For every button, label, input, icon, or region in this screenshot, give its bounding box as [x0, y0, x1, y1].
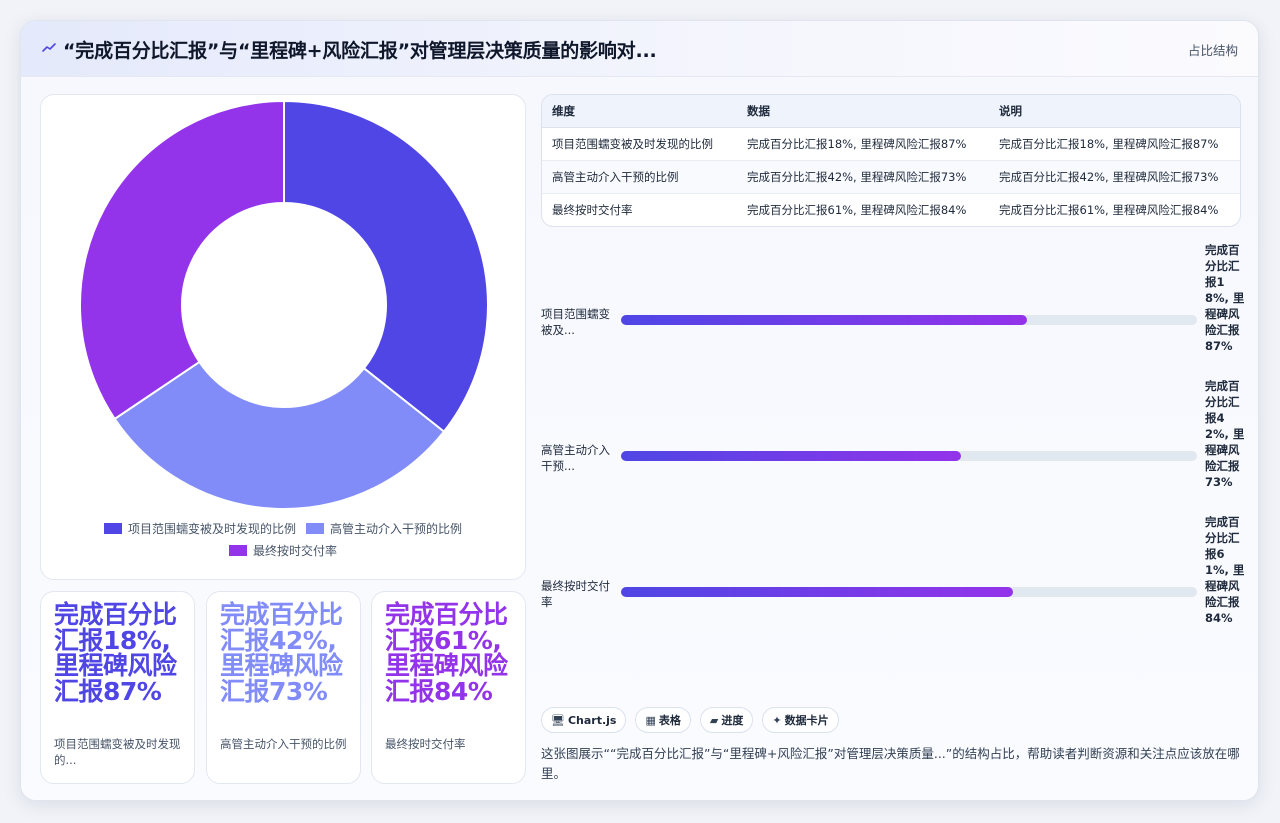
- page-title: “完成百分比汇报”与“里程碑+风险汇报”对管理层决策质量的影响对...: [63, 40, 657, 62]
- table-cell: 完成百分比汇报42%, 里程碑风险汇报73%: [989, 160, 1240, 194]
- progress-label: 最终按时交付率: [541, 579, 610, 609]
- progress-fill: [621, 451, 961, 461]
- table-header-row: 维度 数据 说明: [542, 95, 1240, 128]
- chip-chartjs[interactable]: 🖥 Chart.js: [541, 707, 627, 733]
- donut-chart: [79, 99, 489, 510]
- legend-item[interactable]: 项目范围蠕变被及时发现的比例: [103, 520, 296, 537]
- chart-description: 这张图展示““完成百分比汇报”与“里程碑+风险汇报”对管理层决策质量...”的结…: [541, 746, 1240, 781]
- chip-progress[interactable]: ▰ 进度: [699, 707, 754, 733]
- donut-chart-card: 项目范围蠕变被及时发现的比例 高管主动介入干预的比例 最终按时交付率: [40, 94, 526, 580]
- table-row: 高管主动介入干预的比例 完成百分比汇报42%, 里程碑风险汇报73% 完成百分比…: [542, 160, 1240, 194]
- progress-track: [621, 451, 1197, 461]
- chip-label: 进度: [721, 714, 744, 727]
- stat-value: 完成百分比汇报18%, 里程碑风险汇报87%: [54, 600, 177, 706]
- report-card: “完成百分比汇报”与“里程碑+风险汇报”对管理层决策质量的影响对... 占比结构…: [20, 20, 1259, 801]
- table-icon: ▦: [645, 713, 656, 727]
- column-header: 说明: [989, 95, 1240, 128]
- monitor-icon: 🖥: [551, 713, 565, 727]
- stat-card-scope: 完成百分比汇报18%, 里程碑风险汇报87% 项目范围蠕变被及时发现的...: [40, 591, 195, 784]
- progress-label: 项目范围蠕变被及...: [541, 307, 610, 337]
- legend-swatch: [103, 522, 122, 534]
- progress-value: 完成百分比汇报42%, 里程碑风险汇报73%: [1205, 379, 1245, 489]
- table-cell: 完成百分比汇报42%, 里程碑风险汇报73%: [737, 160, 989, 194]
- chip-label: 数据卡片: [784, 714, 829, 727]
- stat-label: 最终按时交付率: [385, 737, 466, 751]
- stat-label: 高管主动介入干预的比例: [220, 737, 347, 751]
- donut-slice[interactable]: [79, 99, 285, 421]
- trend-line-icon: [42, 43, 56, 52]
- stat-value: 完成百分比汇报61%, 里程碑风险汇报84%: [385, 600, 508, 706]
- table-cell: 高管主动介入干预的比例: [542, 160, 737, 194]
- progress-track: [621, 587, 1197, 597]
- legend-label: 高管主动介入干预的比例: [330, 521, 463, 536]
- table-cell: 完成百分比汇报18%, 里程碑风险汇报87%: [737, 127, 989, 161]
- table-cell: 项目范围蠕变被及时发现的比例: [542, 127, 737, 161]
- legend-label: 项目范围蠕变被及时发现的比例: [127, 521, 296, 536]
- legend-swatch: [306, 522, 324, 534]
- progress-icon: ▰: [709, 713, 719, 727]
- progress-value: 完成百分比汇报61%, 里程碑风险汇报84%: [1205, 515, 1245, 625]
- content-area: 项目范围蠕变被及时发现的比例 高管主动介入干预的比例 最终按时交付率 完成百分比汇…: [21, 77, 1258, 800]
- legend-swatch: [228, 544, 247, 556]
- legend-label: 最终按时交付率: [252, 543, 337, 558]
- chip-label: 表格: [658, 714, 681, 727]
- table-cell: 完成百分比汇报61%, 里程碑风险汇报84%: [747, 202, 967, 217]
- progress-track: [621, 315, 1197, 325]
- progress-fill: [621, 587, 1013, 597]
- stat-card-delivery: 完成百分比汇报61%, 里程碑风险汇报84% 最终按时交付率: [371, 591, 526, 784]
- table-cell: 完成百分比汇报18%, 里程碑风险汇报87%: [989, 127, 1240, 161]
- table-cell: 完成百分比汇报61%, 里程碑风险汇报84%: [999, 202, 1219, 217]
- chart-legend: 项目范围蠕变被及时发现的比例 高管主动介入干预的比例 最终按时交付率: [41, 517, 525, 561]
- data-table: 维度 数据 说明 项目范围蠕变被及时发现的比例 完成百分比汇报18%, 里程碑风…: [541, 94, 1241, 227]
- table-row: 最终按时交付率 完成百分比汇报61%, 里程碑风险汇报84% 完成百分比汇报61…: [542, 193, 1240, 226]
- table-row: 项目范围蠕变被及时发现的比例 完成百分比汇报18%, 里程碑风险汇报87% 完成…: [542, 127, 1240, 161]
- progress-fill: [621, 315, 1028, 325]
- progress-value: 完成百分比汇报18%, 里程碑风险汇报87%: [1205, 243, 1245, 353]
- stat-value: 完成百分比汇报42%, 里程碑风险汇报73%: [220, 600, 343, 706]
- progress-label: 高管主动介入干预...: [541, 443, 610, 473]
- chart-type-badge: 占比结构: [1187, 43, 1238, 58]
- chip-data-cards[interactable]: ✦ 数据卡片: [762, 707, 839, 733]
- sparkle-icon: ✦: [772, 713, 782, 727]
- column-header: 维度: [542, 95, 737, 128]
- column-header: 数据: [737, 95, 989, 128]
- stat-card-intervention: 完成百分比汇报42%, 里程碑风险汇报73% 高管主动介入干预的比例: [206, 591, 361, 784]
- donut-slice[interactable]: [283, 99, 489, 434]
- stat-label: 项目范围蠕变被及时发现的...: [54, 737, 181, 767]
- chip-label: Chart.js: [567, 713, 617, 727]
- table-cell: 最终按时交付率: [552, 202, 633, 217]
- card-header: “完成百分比汇报”与“里程碑+风险汇报”对管理层决策质量的影响对... 占比结构: [21, 21, 1258, 77]
- view-chips: 🖥 Chart.js ▦ 表格 ▰ 进度 ✦ 数据卡片: [541, 707, 839, 733]
- legend-item[interactable]: 高管主动介入干预的比例: [306, 520, 462, 537]
- chip-table[interactable]: ▦ 表格: [635, 707, 691, 733]
- legend-item[interactable]: 最终按时交付率: [228, 542, 337, 559]
